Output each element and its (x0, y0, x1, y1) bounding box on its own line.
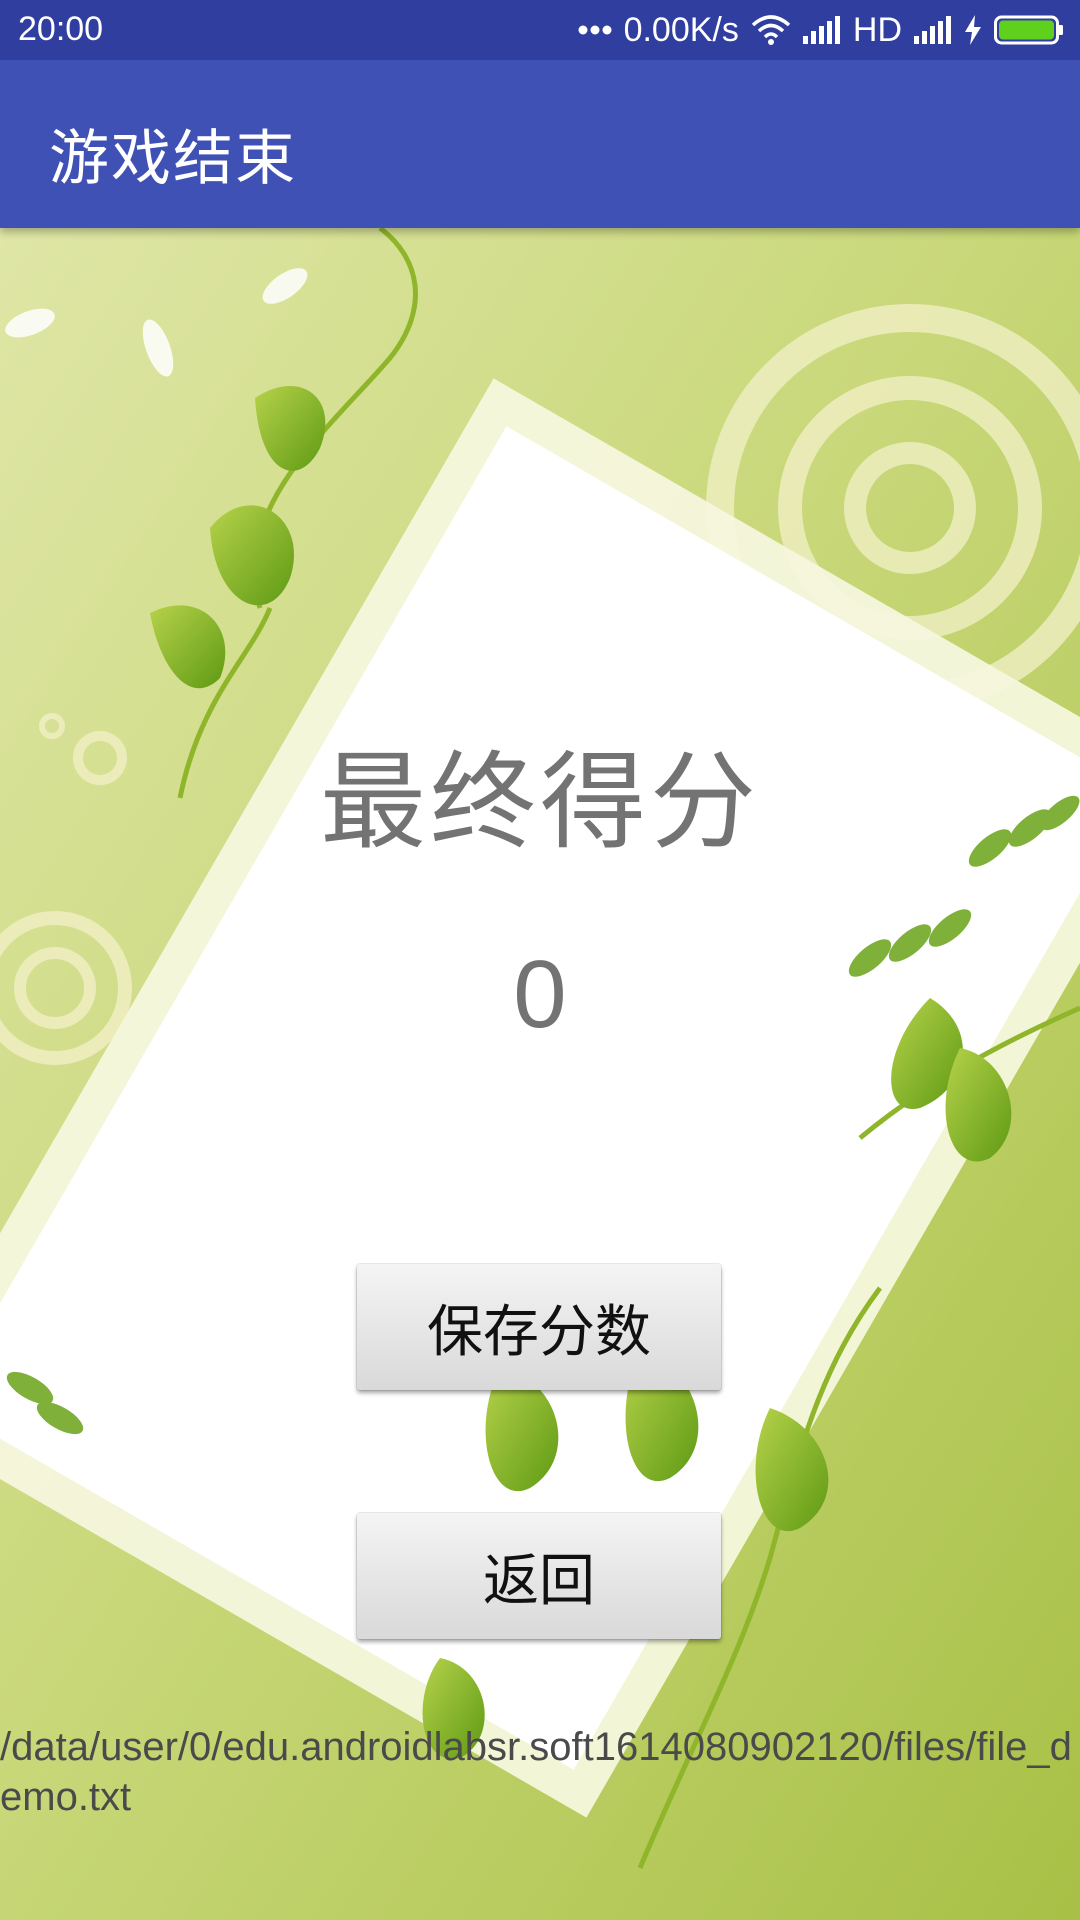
score-value: 0 (513, 941, 567, 1048)
more-dots-icon (578, 24, 612, 36)
status-time: 20:00 (18, 10, 104, 48)
back-button[interactable]: 返回 (357, 1513, 721, 1639)
app-bar: 游戏结束 (0, 60, 1080, 228)
save-score-button[interactable]: 保存分数 (357, 1264, 721, 1390)
signal-icon (914, 16, 952, 44)
status-icons: 0.00K/s HD (578, 8, 1064, 52)
hd-label: HD (852, 10, 902, 49)
content-area: 最终得分 0 保存分数 返回 /data/user/0/edu.androidl… (0, 228, 1080, 1920)
network-speed: 0.00K/s (623, 10, 739, 49)
wifi-icon (751, 15, 791, 45)
charging-icon (964, 15, 982, 45)
score-label: 最终得分 (320, 744, 760, 862)
file-path-text: /data/user/0/edu.androidlabsr.soft161408… (0, 1725, 1072, 1819)
screen: 20:00 0.00K/s HD 游戏结束 最终得分 0 保存分数 返回 /da… (0, 0, 1080, 1920)
page-title: 游戏结束 (49, 125, 297, 192)
background-image (0, 228, 1080, 1920)
signal-icon (802, 16, 841, 44)
status-bar: 20:00 0.00K/s HD (0, 0, 1080, 60)
battery-icon (994, 15, 1064, 45)
